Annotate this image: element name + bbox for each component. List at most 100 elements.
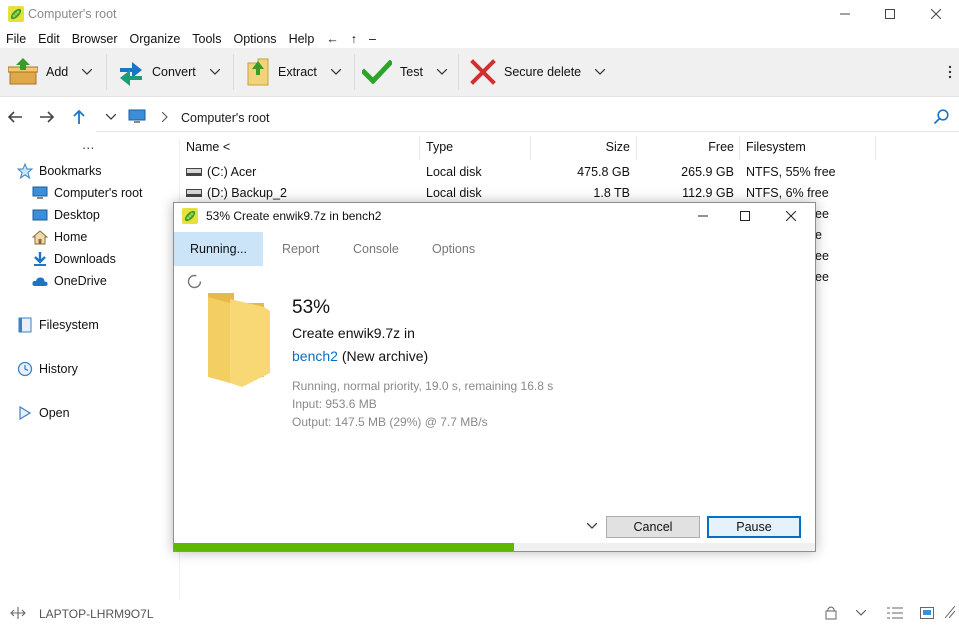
secure-delete-x-icon [470,59,496,85]
hidden-row-fragment: ee [815,249,829,263]
operation-description: Create enwik9.7z in [292,325,415,341]
details-view-icon[interactable] [887,606,903,620]
desktop-icon [32,209,48,221]
sidebar-item-label: Downloads [54,252,116,266]
table-row[interactable]: (D:) Backup_2 Local disk 1.8 TB 112.9 GB… [0,183,959,203]
menu-file[interactable]: File [0,32,32,46]
drive-icon [186,189,202,197]
cancel-button[interactable]: Cancel [606,516,700,538]
target-suffix: (New archive) [337,348,429,364]
minimize-button[interactable] [822,0,868,28]
pause-button[interactable]: Pause [707,516,801,538]
sidebar-more[interactable]: ⋯ [82,140,95,155]
tab-console[interactable]: Console [353,232,399,266]
details-dropdown-icon[interactable] [587,523,597,529]
sidebar-item-onedrive[interactable]: OneDrive [32,271,107,291]
add-dropdown-icon[interactable] [82,69,93,75]
dialog-close-button[interactable] [777,204,805,228]
network-icon[interactable] [10,606,26,620]
menu-tools[interactable]: Tools [186,32,227,46]
column-header-name[interactable]: Name < [186,140,230,158]
column-header-filesystem[interactable]: Filesystem [746,140,806,158]
hidden-row-fragment: e [815,228,822,242]
lock-icon[interactable] [825,605,837,620]
table-row[interactable]: (C:) Acer Local disk 475.8 GB 265.9 GB N… [0,162,959,182]
column-header-type[interactable]: Type [426,140,453,158]
maximize-button[interactable] [867,0,913,28]
breadcrumb-current[interactable]: Computer's root [181,111,270,125]
sidebar-item-home[interactable]: Home [32,227,87,247]
breadcrumb-chevron-icon [162,112,168,122]
menu-options[interactable]: Options [227,32,282,46]
secure-delete-button[interactable]: Secure delete [470,48,606,96]
secure-delete-label: Secure delete [504,65,582,79]
column-divider[interactable] [875,136,876,160]
column-header-free[interactable]: Free [640,140,734,158]
column-divider[interactable] [530,136,531,160]
history-clock-icon [17,361,33,377]
menu-edit[interactable]: Edit [32,32,66,46]
sidebar-history[interactable]: History [17,359,78,379]
address-history-dropdown-icon[interactable] [106,114,116,120]
extract-button[interactable]: Extract [246,48,341,96]
menu-up[interactable]: ↑ [345,32,363,46]
toolbar-divider [233,54,234,90]
up-arrow-icon [73,109,85,124]
minimize-icon [840,13,850,15]
input-size: Input: 953.6 MB [292,397,377,411]
status-more-icon[interactable] [945,606,955,618]
minimize-icon [698,215,708,217]
toolbar-more-icon[interactable] [948,65,952,79]
sidebar-filesystem[interactable]: Filesystem [17,315,99,335]
row-type: Local disk [426,186,482,200]
sidebar-item-desktop[interactable]: Desktop [32,205,100,225]
back-arrow-icon [7,111,22,123]
column-divider[interactable] [636,136,637,160]
tab-report[interactable]: Report [282,232,320,266]
sidebar-item-downloads[interactable]: Downloads [32,249,116,269]
test-dropdown-icon[interactable] [436,69,447,75]
row-filesystem: NTFS, 55% free [746,165,836,179]
column-header-size[interactable]: Size [538,140,630,158]
preview-pane-icon[interactable] [920,607,934,619]
menu-browser[interactable]: Browser [66,32,124,46]
convert-button[interactable]: Convert [118,48,220,96]
extract-dropdown-icon[interactable] [330,69,341,75]
app-logo-icon [8,6,24,22]
up-button[interactable] [69,107,89,127]
row-type: Local disk [426,165,482,179]
convert-dropdown-icon[interactable] [209,69,220,75]
add-label: Add [46,65,69,79]
target-link[interactable]: bench2 [292,348,338,364]
menu-help[interactable]: Help [283,32,321,46]
menu-organize[interactable]: Organize [124,32,187,46]
download-arrow-icon [34,252,46,266]
status-dropdown-icon[interactable] [856,610,866,616]
dialog-maximize-button[interactable] [731,204,759,228]
search-icon[interactable] [933,109,949,125]
address-bar[interactable]: Computer's root [96,103,959,132]
add-button[interactable]: Add [8,48,93,96]
secure-delete-dropdown-icon[interactable] [595,69,606,75]
window-title: Computer's root [28,7,117,21]
dialog-minimize-button[interactable] [689,204,717,228]
dialog-title: 53% Create enwik9.7z in bench2 [206,209,382,223]
tab-options[interactable]: Options [432,232,475,266]
back-button[interactable] [5,107,25,127]
column-divider[interactable] [739,136,740,160]
add-archive-icon [8,58,38,85]
forward-button[interactable] [37,107,57,127]
tab-running[interactable]: Running... [174,232,263,266]
close-button[interactable] [913,0,959,28]
column-divider[interactable] [419,136,420,160]
forward-arrow-icon [40,111,55,123]
filesystem-icon [18,317,32,333]
menu-minimize[interactable]: – [363,32,382,46]
target-line: bench2 (New archive) [292,348,428,364]
menu-back[interactable]: ← [320,32,345,46]
row-name: (C:) Acer [207,165,257,179]
convert-label: Convert [152,65,196,79]
test-button[interactable]: Test [362,48,447,96]
sidebar-open[interactable]: Open [17,403,70,423]
row-name: (D:) Backup_2 [207,186,287,200]
